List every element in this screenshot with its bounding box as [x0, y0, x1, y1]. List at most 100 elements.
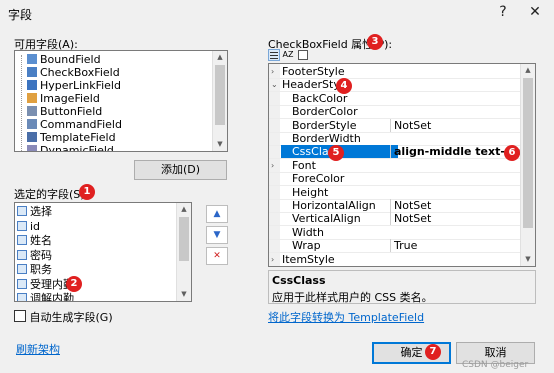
property-name: FooterStyle — [282, 65, 345, 78]
field-icon — [17, 220, 27, 231]
property-name: VerticalAlign — [292, 212, 361, 226]
field-icon — [17, 206, 27, 216]
window-title: 字段 — [8, 8, 33, 22]
available-field-label: ImageField — [40, 92, 100, 105]
property-row[interactable]: CssClassalign-middle text-center — [269, 145, 521, 160]
delete-button[interactable]: ✕ — [206, 247, 228, 265]
property-name: Font — [292, 158, 316, 172]
available-field-label: ButtonField — [40, 105, 103, 118]
watermark: CSDN @beiger — [462, 360, 529, 370]
property-row[interactable]: Height — [269, 186, 521, 200]
checkbox-box[interactable] — [14, 310, 26, 322]
property-row[interactable]: ForeColor — [269, 172, 521, 187]
move-down-button[interactable]: ▼ — [206, 226, 228, 244]
badge-4: 4 — [336, 78, 352, 94]
selected-fields-list[interactable]: 选择 id 姓名 密码 职务 受理内勤 调解内勤 ▲ ▼ — [14, 202, 192, 302]
property-name: Height — [292, 185, 329, 199]
description-text: 应用于此样式用户的 CSS 类名。 — [272, 291, 433, 304]
property-name: Width — [292, 225, 324, 239]
property-row[interactable]: Wrap True — [269, 239, 521, 254]
property-value[interactable]: NotSet — [390, 199, 521, 212]
badge-1: 1 — [79, 184, 95, 200]
available-field-item[interactable]: ButtonField — [27, 105, 102, 119]
selected-field-item[interactable]: 调解内勤 — [17, 292, 74, 302]
auto-generate-label: 自动生成字段(G) — [29, 311, 113, 324]
move-up-button[interactable]: ▲ — [206, 205, 228, 223]
selected-field-label: 选择 — [30, 205, 52, 218]
selected-field-item[interactable]: 选择 — [17, 205, 52, 219]
field-icon — [17, 293, 27, 301]
available-field-item[interactable]: DynamicField — [27, 144, 114, 152]
expander-icon[interactable]: ⌄ — [271, 78, 280, 91]
property-row[interactable]: BackColor — [269, 92, 521, 106]
selected-field-item[interactable]: id — [17, 220, 40, 234]
categorized-icon[interactable] — [268, 49, 280, 61]
property-description: CssClass 应用于此样式用户的 CSS 类名。 — [268, 270, 536, 304]
property-row[interactable]: ⌄ HeaderStyle — [269, 78, 521, 93]
selected-field-item[interactable]: 姓名 — [17, 234, 52, 248]
available-field-item[interactable]: CommandField — [27, 118, 122, 132]
selected-field-item[interactable]: 职务 — [17, 263, 52, 277]
property-value[interactable]: NotSet — [390, 212, 521, 226]
property-row[interactable]: BorderWidth — [269, 132, 521, 146]
available-field-label: BoundField — [40, 53, 101, 66]
convert-templatefield-link[interactable]: 将此字段转换为 TemplateField — [268, 309, 424, 325]
available-field-item[interactable]: BoundField — [27, 53, 101, 67]
button-icon — [27, 106, 37, 116]
badge-6: 6 — [504, 145, 520, 161]
add-button[interactable]: 添加(D) — [134, 160, 227, 180]
properties-toolbar: AZ — [268, 49, 358, 63]
property-grid[interactable]: › FooterStyle ⌄ HeaderStyle BackColor BorderC… — [268, 63, 536, 267]
selected-field-label: 调解内勤 — [30, 292, 74, 302]
property-name: BorderWidth — [292, 132, 361, 145]
available-field-item[interactable]: ImageField — [27, 92, 100, 106]
property-name: HeaderStyle — [282, 78, 350, 92]
property-row[interactable]: › Font — [269, 159, 521, 173]
available-field-label: TemplateField — [40, 131, 116, 144]
available-field-item[interactable]: CheckBoxField — [27, 66, 120, 80]
close-button[interactable]: ✕ — [522, 2, 548, 22]
hyperlink-icon — [27, 80, 37, 90]
refresh-schema-link[interactable]: 刷新架构 — [16, 341, 60, 357]
available-field-label: CommandField — [40, 118, 122, 131]
selected-fields-label: 选定的字段(S): — [14, 188, 89, 201]
help-button[interactable]: ? — [490, 2, 516, 22]
available-field-item[interactable]: TemplateField — [27, 131, 116, 145]
available-field-label: DynamicField — [40, 144, 114, 152]
property-value[interactable]: NotSet — [390, 118, 521, 132]
badge-2: 2 — [66, 276, 82, 292]
available-field-label: HyperLinkField — [40, 79, 121, 92]
alphabetical-icon[interactable]: AZ — [282, 49, 294, 61]
selected-field-label: 职务 — [30, 263, 52, 276]
checkbox-icon — [27, 67, 37, 77]
property-value[interactable]: align-middle text-center — [390, 145, 521, 159]
image-icon — [27, 93, 37, 103]
field-icon — [17, 264, 27, 274]
description-title: CssClass — [272, 274, 326, 287]
expander-icon[interactable]: › — [271, 65, 280, 78]
expander-icon[interactable]: › — [271, 159, 280, 172]
property-value[interactable]: True — [390, 239, 521, 253]
field-icon — [17, 278, 27, 289]
property-name: HorizontalAlign — [292, 199, 376, 212]
selected-field-item[interactable]: 密码 — [17, 249, 52, 263]
command-icon — [27, 119, 37, 129]
property-name: ItemStyle — [282, 252, 335, 266]
property-pages-icon[interactable] — [298, 50, 308, 60]
property-row[interactable]: BorderColor — [269, 105, 521, 120]
expander-icon[interactable]: › — [271, 253, 280, 266]
field-icon — [17, 235, 27, 245]
auto-generate-checkbox[interactable]: 自动生成字段(G) — [14, 309, 113, 325]
property-name: BackColor — [292, 91, 348, 105]
property-row[interactable]: HorizontalAlign NotSet — [269, 199, 521, 213]
field-icon — [17, 249, 27, 260]
available-field-item[interactable]: HyperLinkField — [27, 79, 121, 93]
property-row[interactable]: VerticalAlign NotSet — [269, 212, 521, 227]
property-row[interactable]: Width — [269, 226, 521, 240]
property-row[interactable]: › FooterStyle — [269, 65, 521, 79]
property-row[interactable]: BorderStyle NotSet — [269, 118, 521, 133]
available-fields-list[interactable]: BoundField CheckBoxField HyperLinkField Ima… — [14, 50, 228, 152]
property-row[interactable]: › ItemStyle — [269, 252, 521, 266]
property-name: ForeColor — [292, 172, 345, 186]
badge-7: 7 — [425, 344, 441, 360]
